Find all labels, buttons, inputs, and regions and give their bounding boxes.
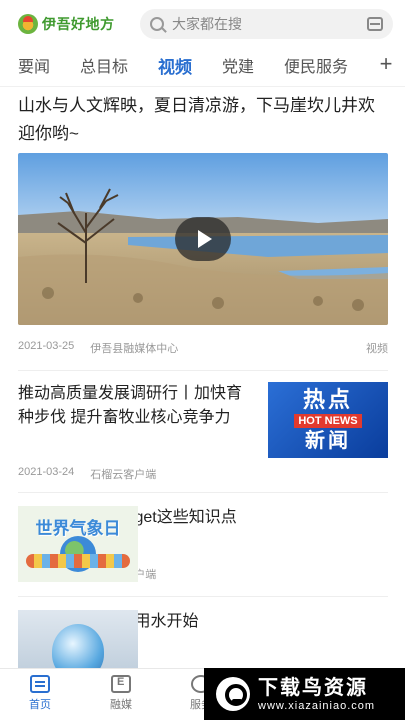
news-meta: 2021-03-24 石榴云客户端 <box>18 466 156 482</box>
news-thumbnail[interactable]: 热点 HOT NEWS 新闻 <box>268 382 388 458</box>
logo-icon <box>18 14 38 34</box>
thumb-news-text: 新闻 <box>305 430 351 452</box>
top-bar: 伊吾好地方 大家都在搜 <box>0 0 405 48</box>
tab-goals[interactable]: 总目标 <box>80 53 128 77</box>
news-date: 2021-03-24 <box>18 466 75 478</box>
main-article-source: 伊吾县融媒体中心 <box>90 343 179 355</box>
category-tabs: 要闻 总目标 视频 党建 便民服务 + <box>0 48 405 82</box>
main-article-date: 2021-03-25 <box>18 340 75 352</box>
play-button[interactable] <box>175 217 231 261</box>
nav-home[interactable]: 首页 <box>15 675 65 712</box>
news-source: 石榴云客户端 <box>90 469 157 481</box>
main-article-title[interactable]: 山水与人文辉映，夏日清凉游，下马崖坎儿井欢迎你哟~ <box>18 92 388 148</box>
logo-text: 伊吾好地方 <box>42 16 115 32</box>
tab-party[interactable]: 党建 <box>222 53 254 77</box>
watermark-text: 下载鸟资源 www.xiazainiao.com <box>258 676 375 712</box>
tabs-fade <box>349 48 379 82</box>
main-article-tag: 视频 <box>366 343 388 355</box>
thumb-hot-text: 热点 <box>302 387 353 412</box>
tab-services[interactable]: 便民服务 <box>284 53 348 77</box>
tab-divider <box>0 86 405 87</box>
app-logo[interactable]: 伊吾好地方 <box>18 14 130 34</box>
main-article[interactable]: 山水与人文辉映，夏日清凉游，下马崖坎儿井欢迎你哟~ 2021-03-25 伊吾县… <box>18 92 388 355</box>
main-article-meta: 2021-03-25 伊吾县融媒体中心 视频 <box>18 340 388 356</box>
thumb-hot-news-text: HOT NEWS <box>294 414 362 428</box>
tab-news[interactable]: 要闻 <box>18 53 50 77</box>
news-thumbnail[interactable]: 世界气象日 <box>18 506 138 582</box>
news-item[interactable]: 推动高质量发展调研行丨加快育种步伐 提升畜牧业核心竞争力 2021-03-24 … <box>18 382 388 482</box>
media-icon <box>111 675 131 693</box>
video-player[interactable] <box>18 153 388 325</box>
watermark-url: www.xiazainiao.com <box>258 700 376 712</box>
play-icon <box>198 230 212 248</box>
tab-video[interactable]: 视频 <box>158 53 192 78</box>
scan-icon[interactable] <box>367 17 383 31</box>
search-icon <box>150 17 164 31</box>
news-item[interactable]: 世界气象日 快来get这些知识点 2021-03-23 石榴云客户端 世界气象日 <box>18 506 388 606</box>
add-tab-icon[interactable]: + <box>377 52 395 76</box>
search-bar[interactable]: 大家都在搜 <box>140 9 393 39</box>
divider <box>18 596 388 597</box>
news-title[interactable]: 推动高质量发展调研行丨加快育种步伐 提升畜牧业核心竞争力 <box>18 382 253 430</box>
watermark-logo-icon <box>216 677 250 711</box>
nav-home-label: 首页 <box>29 699 51 711</box>
children-illustration <box>26 554 130 568</box>
nav-media-label: 融媒 <box>110 699 132 711</box>
nav-media[interactable]: 融媒 <box>96 675 146 712</box>
divider <box>18 370 388 371</box>
watermark-title: 下载鸟资源 <box>258 677 368 699</box>
watermark-banner: 下载鸟资源 www.xiazainiao.com <box>204 668 405 720</box>
search-placeholder: 大家都在搜 <box>172 16 242 32</box>
divider <box>18 492 388 493</box>
home-icon <box>30 675 50 693</box>
